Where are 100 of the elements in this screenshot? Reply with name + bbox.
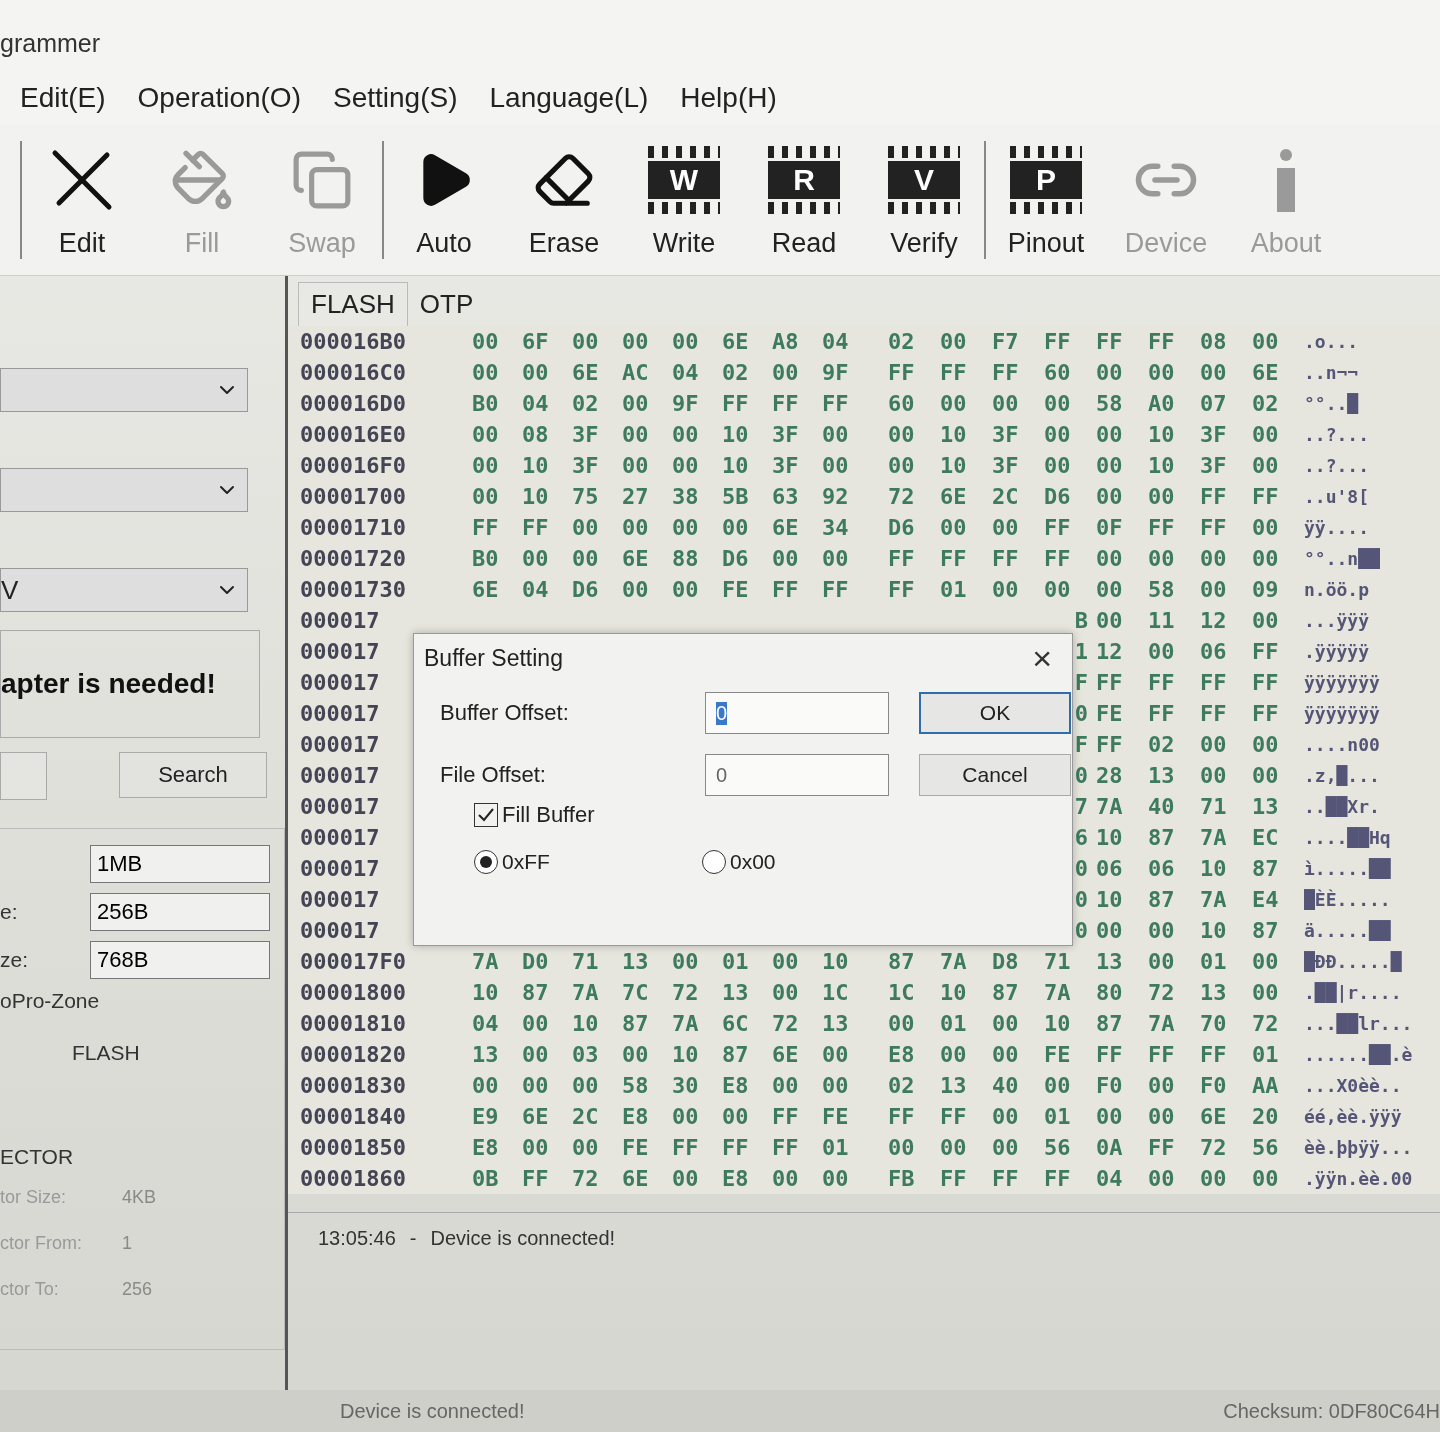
hex-byte: 00 <box>1252 949 1280 974</box>
hex-byte: E8 <box>722 1166 750 1191</box>
hex-byte: FF <box>888 1104 916 1129</box>
hex-byte: 00 <box>992 391 1020 416</box>
hex-byte: F0 <box>1200 1073 1228 1098</box>
input-field[interactable] <box>0 752 47 800</box>
toolbar-button[interactable]: W Write <box>624 141 744 259</box>
hex-byte: 00 <box>1252 763 1280 788</box>
dropdown[interactable]: V <box>0 568 248 612</box>
hex-byte: 04 <box>522 577 550 602</box>
toolbar-button[interactable]: P Pinout <box>986 141 1106 259</box>
radio-button[interactable] <box>474 850 498 874</box>
hex-byte: D6 <box>1044 484 1072 509</box>
hex-byte: 00 <box>622 577 650 602</box>
hex-byte: 00 <box>1252 732 1280 757</box>
ascii-text: ..n¬¬ <box>1304 362 1360 383</box>
hex-byte: 11 <box>1148 608 1176 633</box>
toolbar-button[interactable]: Erase <box>504 141 624 259</box>
hex-byte: FF <box>888 577 916 602</box>
check-icon <box>477 807 495 823</box>
hex-byte: FF <box>1148 1135 1176 1160</box>
hex-byte: 00 <box>572 329 600 354</box>
hex-byte: F <box>1074 732 1089 757</box>
hex-byte: 72 <box>772 1011 800 1036</box>
toolbar-button[interactable]: Edit <box>22 141 142 259</box>
dialog-button[interactable]: OK <box>919 692 1071 734</box>
hex-byte: 00 <box>1148 360 1176 385</box>
close-button[interactable]: × <box>1032 638 1052 678</box>
toolbar-button[interactable]: R Read <box>744 141 864 259</box>
hex-byte: 60 <box>888 391 916 416</box>
hex-byte: FF <box>1200 670 1228 695</box>
tab[interactable]: OTP <box>407 283 486 326</box>
window-title: grammer <box>0 29 100 58</box>
dialog-button[interactable]: Cancel <box>919 754 1071 796</box>
hex-byte: 02 <box>1148 732 1176 757</box>
tab[interactable]: FLASH <box>298 282 408 326</box>
hex-byte: 6C <box>722 1011 750 1036</box>
menu-item[interactable]: Edit(E) <box>20 81 106 114</box>
menu-item[interactable]: Language(L) <box>489 81 649 114</box>
hex-byte: 00 <box>940 1135 968 1160</box>
input-field[interactable]: 0 <box>705 754 889 796</box>
ascii-text: ...ÿÿÿ <box>1304 610 1371 631</box>
hex-address: 000017 <box>300 732 380 757</box>
hex-byte: 00 <box>940 515 968 540</box>
menu-item[interactable]: Help(H) <box>680 81 777 114</box>
hex-address: 000017 <box>300 918 380 943</box>
hex-byte: 0 <box>1074 918 1089 943</box>
hex-byte: 00 <box>1148 639 1176 664</box>
hex-byte: 13 <box>1200 980 1228 1005</box>
hex-byte: 00 <box>1148 484 1176 509</box>
hex-byte: 92 <box>822 484 850 509</box>
hex-byte: 00 <box>1252 329 1280 354</box>
hex-byte: 01 <box>1200 949 1228 974</box>
toolbar-label: Edit <box>58 227 106 259</box>
hex-address: 000017 <box>300 701 380 726</box>
toolbar-label: About <box>1250 227 1322 259</box>
input-field[interactable]: 0 <box>705 692 889 734</box>
hex-byte: 34 <box>822 515 850 540</box>
hex-byte: 0 <box>1074 887 1089 912</box>
hex-address: 000016D0 <box>300 391 406 416</box>
toolbar-button[interactable]: V Verify <box>864 141 984 259</box>
hex-byte: E9 <box>472 1104 500 1129</box>
hex-address: 00001700 <box>300 484 406 509</box>
hex-byte: 28 <box>1096 763 1124 788</box>
hex-byte: 10 <box>522 484 550 509</box>
hex-byte: FF <box>772 391 800 416</box>
hex-byte: 01 <box>722 949 750 974</box>
hex-byte: E8 <box>622 1104 650 1129</box>
hex-byte: F7 <box>992 329 1020 354</box>
hex-byte: 00 <box>672 1104 700 1129</box>
hex-address: 000017 <box>300 794 380 819</box>
hex-byte: 00 <box>1148 918 1176 943</box>
hex-byte: 13 <box>722 980 750 1005</box>
hex-byte: 10 <box>940 453 968 478</box>
hex-byte: 00 <box>1252 608 1280 633</box>
hex-byte: 13 <box>822 1011 850 1036</box>
hex-byte: 0 <box>1074 763 1089 788</box>
radio-button[interactable] <box>702 850 726 874</box>
menu-item[interactable]: Setting(S) <box>333 81 458 114</box>
toolbar-label: Fill <box>184 227 220 259</box>
hex-byte: 6E <box>940 484 968 509</box>
ascii-text: °°..█ <box>1304 393 1360 414</box>
hex-byte: FF <box>1148 701 1176 726</box>
hex-byte: 3F <box>1200 422 1228 447</box>
log-message: Device is connected! <box>430 1227 616 1251</box>
hex-byte: 00 <box>572 1073 600 1098</box>
hex-address: 000017 <box>300 670 380 695</box>
hex-byte: 6E <box>622 1166 650 1191</box>
hex-address: 00001860 <box>300 1166 406 1191</box>
hex-byte: 00 <box>572 1135 600 1160</box>
toolbar-button[interactable]: Auto <box>384 141 504 259</box>
hex-byte: 7A <box>1200 887 1228 912</box>
search-button[interactable]: Search <box>119 752 267 798</box>
checkbox[interactable] <box>474 803 498 827</box>
hex-byte: 02 <box>722 360 750 385</box>
toolbar-label: Auto <box>416 227 472 259</box>
hex-byte: 10 <box>472 980 500 1005</box>
ascii-text: .o... <box>1304 331 1360 352</box>
hex-byte: 02 <box>888 1073 916 1098</box>
menu-item[interactable]: Operation(O) <box>137 81 301 114</box>
